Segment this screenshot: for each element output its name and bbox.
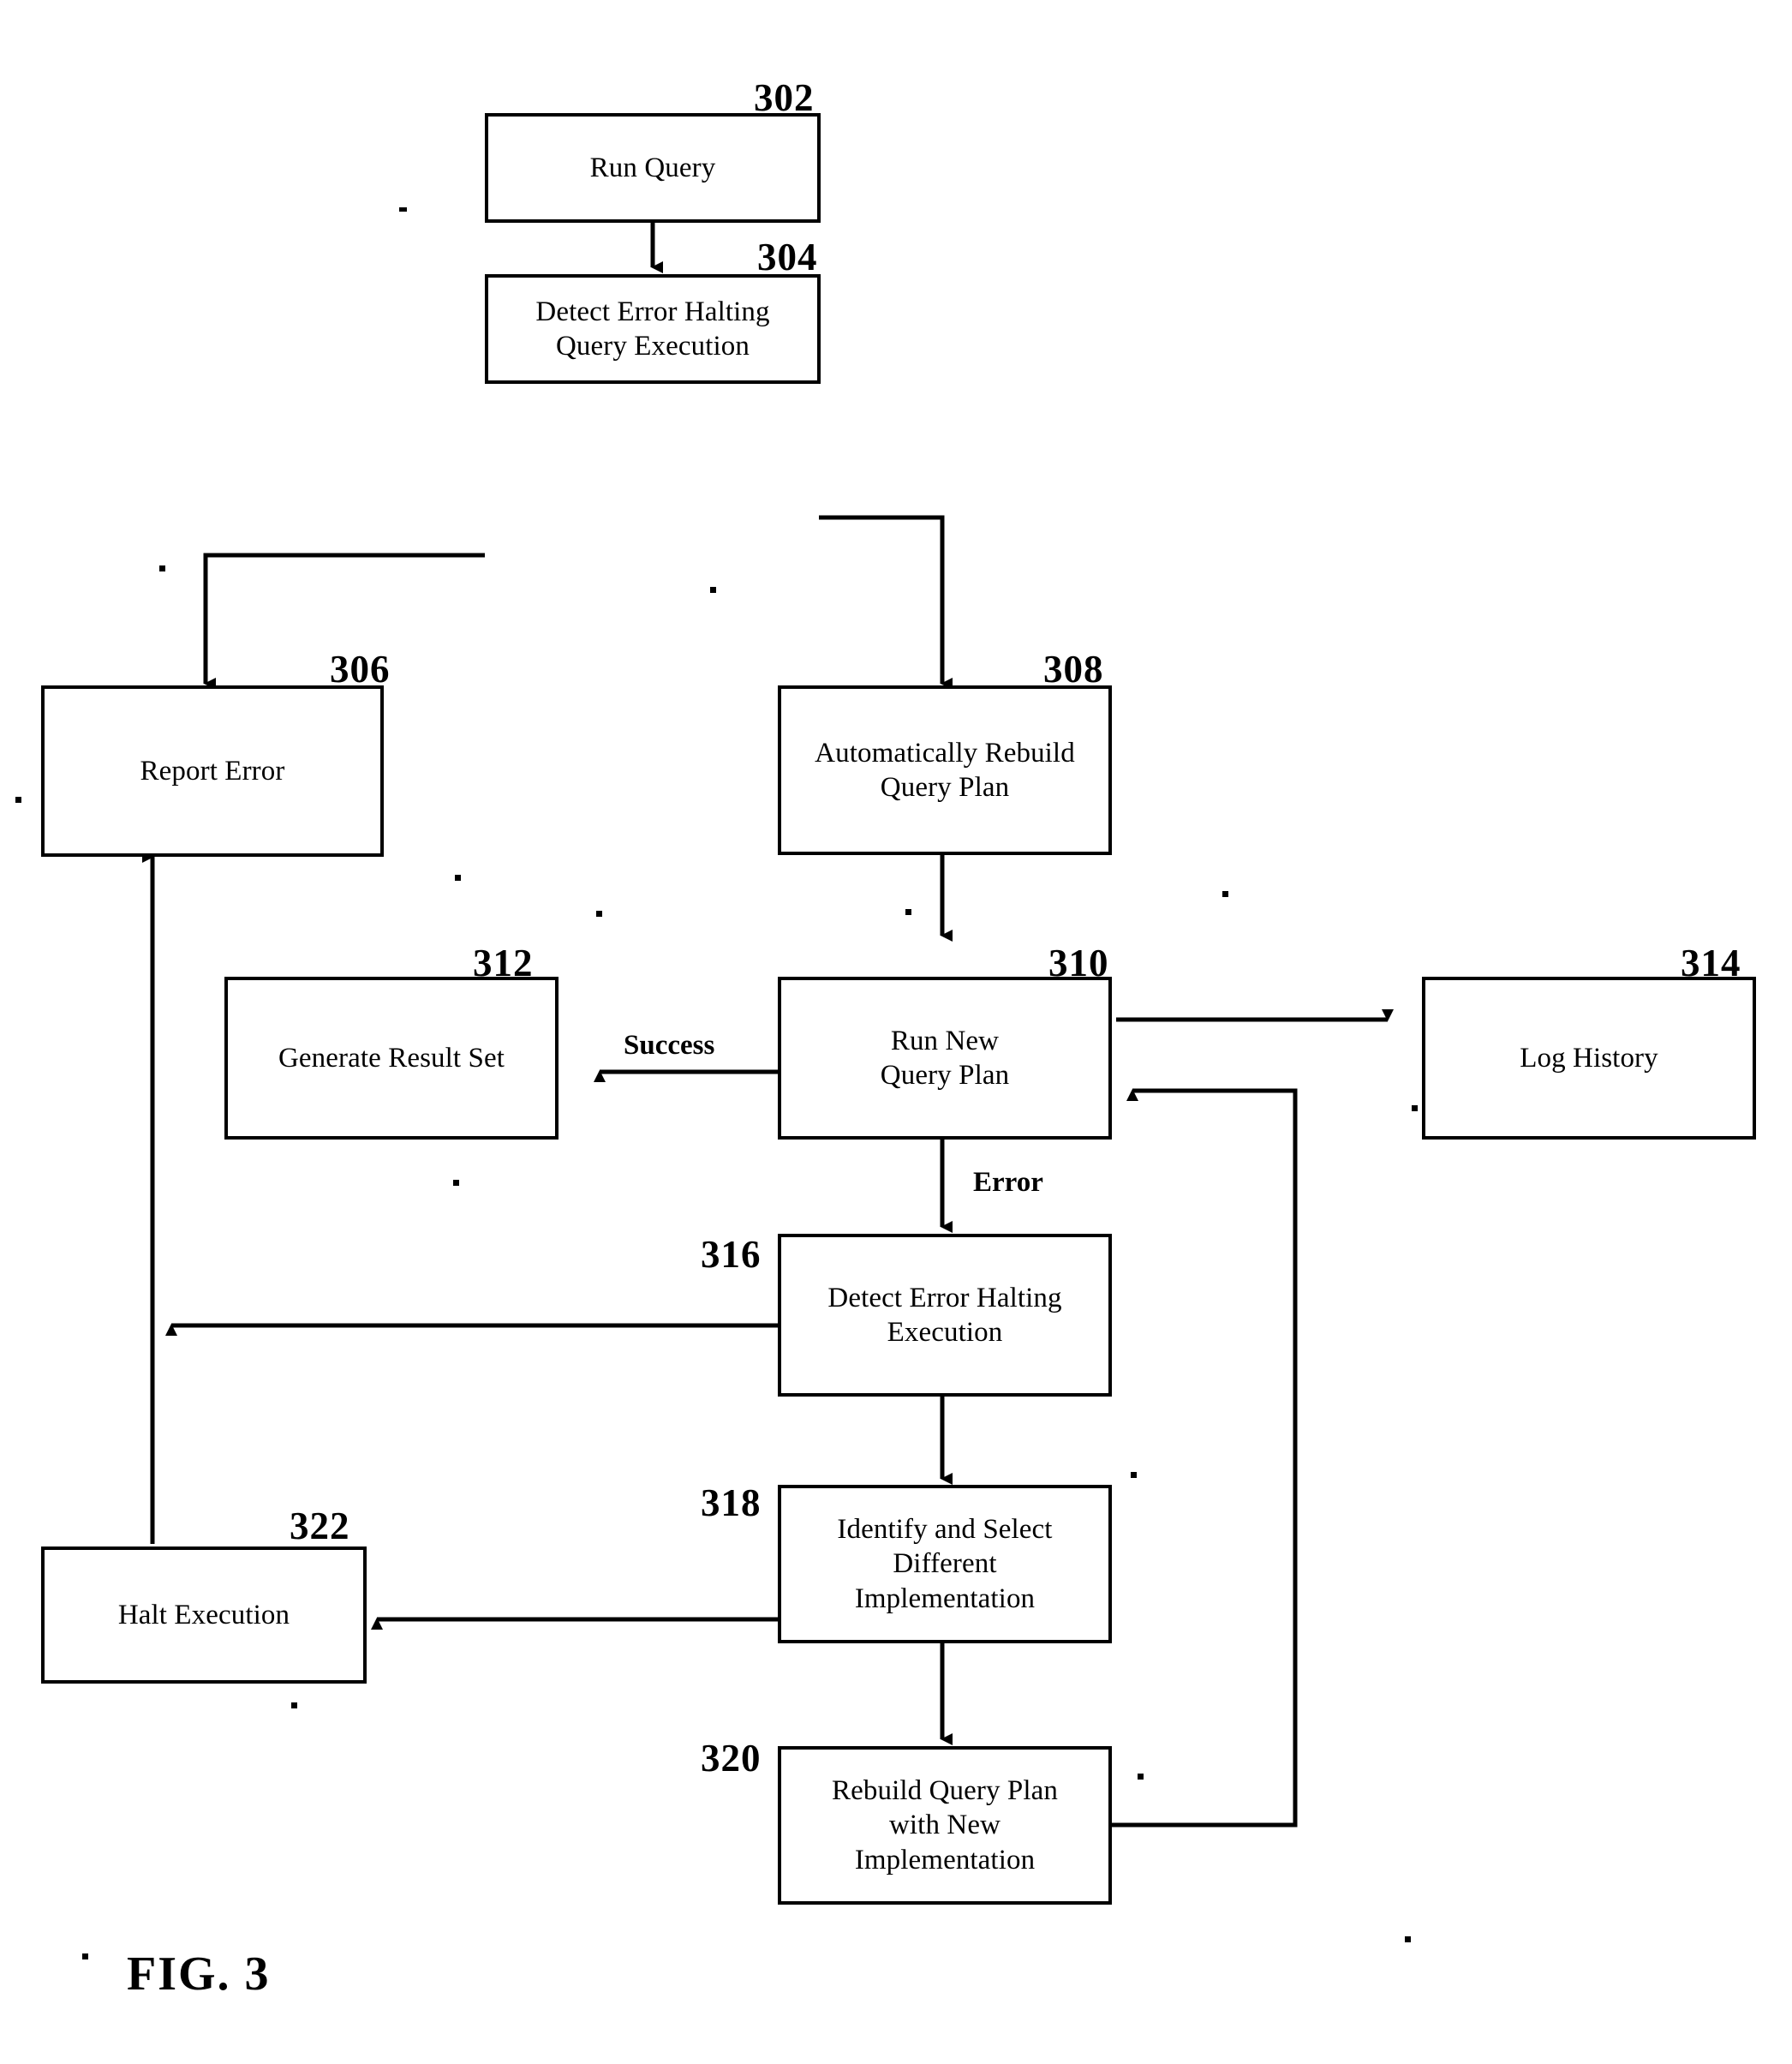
ref-number-310: 310 [1048, 942, 1109, 984]
scan-speck [1131, 1472, 1137, 1478]
edge-label-error: Error [973, 1167, 1043, 1198]
scan-speck [159, 565, 165, 571]
ref-number-308: 308 [1043, 648, 1104, 691]
node-322-label: Halt Execution [117, 1599, 290, 1630]
node-316-label: Detect Error Halting Execution [827, 1282, 1062, 1348]
edge-label-success: Success [624, 1030, 715, 1061]
scan-speck [710, 587, 716, 593]
node-306-label: Report Error [140, 755, 285, 787]
node-308-automatically-rebuild-query-plan[interactable]: Automatically Rebuild Query Plan [778, 685, 1112, 855]
wire-320-to-310-feedback [1111, 1088, 1298, 1828]
ref-number-306: 306 [330, 648, 391, 691]
node-320-label: Rebuild Query Plan with New Implementati… [832, 1775, 1058, 1876]
ref-number-312: 312 [473, 942, 534, 984]
node-316-detect-error-halting-execution[interactable]: Detect Error Halting Execution [778, 1234, 1112, 1397]
node-320-rebuild-query-plan-with-new-implementation[interactable]: Rebuild Query Plan with New Implementati… [778, 1746, 1112, 1905]
patent-figure-3: Run Query 302 Detect Error Halting Query… [0, 0, 1792, 2064]
scan-speck [596, 911, 602, 917]
wire-304-to-308 [819, 515, 953, 690]
node-304-label: Detect Error Halting Query Execution [535, 296, 770, 362]
figure-caption: FIG. 3 [127, 1947, 271, 2001]
node-310-label: Run New Query Plan [880, 1025, 1010, 1091]
ref-number-304: 304 [757, 236, 818, 278]
ref-number-320: 320 [701, 1737, 762, 1780]
node-302-run-query[interactable]: Run Query [485, 113, 821, 223]
ref-number-316: 316 [701, 1233, 762, 1276]
node-306-report-error[interactable]: Report Error [41, 685, 384, 857]
ref-number-318: 318 [701, 1481, 762, 1524]
node-312-generate-result-set[interactable]: Generate Result Set [224, 977, 559, 1140]
node-312-label: Generate Result Set [278, 1042, 505, 1074]
scan-speck [291, 1702, 297, 1708]
node-304-detect-error-halting-query-execution[interactable]: Detect Error Halting Query Execution [485, 274, 821, 384]
scan-speck [82, 1953, 88, 1959]
scan-speck [15, 797, 21, 803]
scan-speck [399, 207, 407, 212]
scan-speck [455, 875, 461, 881]
node-318-identify-and-select-different-implementation[interactable]: Identify and Select Different Implementa… [778, 1485, 1112, 1643]
node-302-label: Run Query [589, 152, 716, 183]
scan-speck [1222, 891, 1228, 897]
node-314-log-history[interactable]: Log History [1422, 977, 1756, 1140]
scan-speck [453, 1180, 459, 1186]
scan-speck [905, 909, 911, 915]
scan-speck [1405, 1936, 1411, 1942]
scan-speck [1412, 1105, 1418, 1111]
node-308-label: Automatically Rebuild Query Plan [815, 737, 1075, 803]
node-322-halt-execution[interactable]: Halt Execution [41, 1547, 367, 1684]
ref-number-314: 314 [1681, 942, 1741, 984]
node-314-label: Log History [1520, 1042, 1658, 1074]
ref-number-302: 302 [754, 76, 815, 119]
node-318-label: Identify and Select Different Implementa… [837, 1514, 1053, 1614]
node-310-run-new-query-plan[interactable]: Run New Query Plan [778, 977, 1112, 1140]
scan-speck [1138, 1774, 1144, 1780]
ref-number-322: 322 [290, 1505, 350, 1547]
